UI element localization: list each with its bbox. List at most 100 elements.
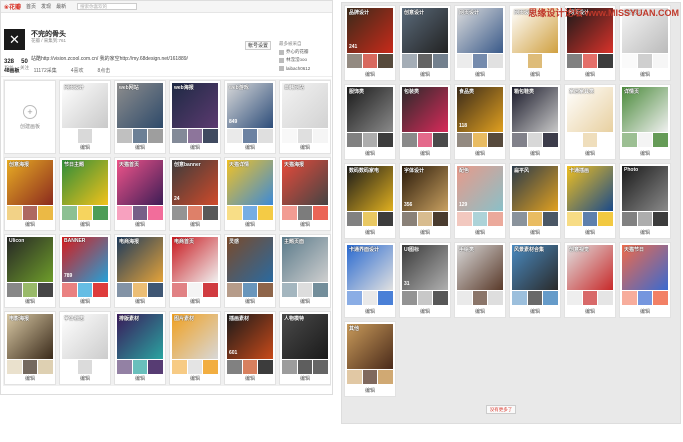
edit-board-button[interactable]: 编辑 <box>400 71 450 78</box>
thumbnail[interactable] <box>362 133 378 147</box>
thumbnail[interactable] <box>402 133 417 147</box>
thumbnail[interactable] <box>203 360 219 374</box>
thumbnail[interactable] <box>187 360 203 374</box>
edit-board-button[interactable]: 编辑 <box>400 229 450 236</box>
thumbnail[interactable] <box>488 54 504 68</box>
board-card[interactable]: 服饰类 编辑 <box>344 84 396 160</box>
thumbnail[interactable] <box>543 212 559 226</box>
tab-pins[interactable]: 11172采集 <box>34 67 57 74</box>
board-card[interactable]: 包装类 编辑 <box>399 84 451 160</box>
board-card[interactable]: web游戏 849 编辑 <box>224 80 276 154</box>
thumbnail[interactable] <box>512 291 527 305</box>
thumbnail[interactable] <box>637 212 653 226</box>
thumbnail[interactable] <box>227 283 242 297</box>
thumbnail[interactable] <box>227 129 242 143</box>
board-card[interactable]: 插画素材 601 编辑 <box>224 311 276 385</box>
board-card[interactable]: 数码数码家电 编辑 <box>344 163 396 239</box>
edit-board-button[interactable]: 编辑 <box>345 150 395 157</box>
thumbnail[interactable] <box>488 212 504 226</box>
thumbnail[interactable] <box>7 360 22 374</box>
thumbnail[interactable] <box>433 133 449 147</box>
thumbnail[interactable] <box>653 212 669 226</box>
edit-board-button[interactable]: 编辑 <box>60 221 110 228</box>
edit-board-button[interactable]: 编辑 <box>170 298 220 305</box>
thumbnail[interactable] <box>472 133 488 147</box>
thumbnail[interactable] <box>347 133 362 147</box>
board-card[interactable]: UI图标 31 编辑 <box>399 242 451 318</box>
thumbnail[interactable] <box>93 283 109 297</box>
source-item[interactable]: 乔心的花瓣 <box>279 48 310 56</box>
thumbnail[interactable] <box>417 212 433 226</box>
board-card[interactable]: 风景素材合集 编辑 <box>509 242 561 318</box>
thumbnail[interactable] <box>258 129 274 143</box>
source-item[interactable]: laibach0612 <box>279 64 310 72</box>
thumbnail[interactable] <box>457 54 472 68</box>
edit-board-button[interactable]: 编辑 <box>455 150 505 157</box>
board-card[interactable]: 品牌设计 241 编辑 <box>344 5 396 81</box>
thumbnail[interactable] <box>362 54 378 68</box>
board-card[interactable]: 食品类 118 编辑 <box>454 84 506 160</box>
board-card[interactable]: 主题页面 编辑 <box>279 234 331 308</box>
thumbnail[interactable] <box>38 206 54 220</box>
thumbnail[interactable] <box>457 212 472 226</box>
thumbnail[interactable] <box>77 129 93 143</box>
thumbnail[interactable] <box>567 212 582 226</box>
thumbnail[interactable] <box>433 212 449 226</box>
edit-board-button[interactable]: 编辑 <box>170 144 220 151</box>
thumbnail[interactable] <box>62 129 77 143</box>
edit-board-button[interactable]: 编辑 <box>5 221 55 228</box>
thumbnail[interactable] <box>187 129 203 143</box>
thumbnail[interactable] <box>172 360 187 374</box>
thumbnail[interactable] <box>622 212 637 226</box>
thumbnail[interactable] <box>637 54 653 68</box>
thumbnail[interactable] <box>527 212 543 226</box>
thumbnail[interactable] <box>362 291 378 305</box>
edit-board-button[interactable]: 编辑 <box>115 375 165 382</box>
edit-board-button[interactable]: 编辑 <box>170 221 220 228</box>
thumbnail[interactable] <box>347 370 362 384</box>
edit-board-button[interactable]: 编辑 <box>225 298 275 305</box>
avatar[interactable]: ✕ <box>4 29 25 50</box>
thumbnail[interactable] <box>187 283 203 297</box>
thumbnail[interactable] <box>543 133 559 147</box>
edit-board-button[interactable]: 编辑 <box>345 229 395 236</box>
board-card[interactable]: 创意banner 24 编辑 <box>169 157 221 231</box>
board-card[interactable]: 手绘类 编辑 <box>454 242 506 318</box>
thumbnail[interactable] <box>512 212 527 226</box>
thumbnail[interactable] <box>187 206 203 220</box>
thumbnail[interactable] <box>488 133 504 147</box>
thumbnail[interactable] <box>77 283 93 297</box>
board-card[interactable]: 天猫海报 编辑 <box>279 157 331 231</box>
edit-board-button[interactable]: 编辑 <box>115 298 165 305</box>
thumbnail[interactable] <box>378 212 394 226</box>
thumbnail[interactable] <box>7 206 22 220</box>
edit-board-button[interactable]: 编辑 <box>280 144 330 151</box>
board-card[interactable]: BANNER 789 编辑 <box>59 234 111 308</box>
thumbnail[interactable] <box>242 129 258 143</box>
nav-discover[interactable]: 发现 <box>41 3 51 10</box>
board-card[interactable]: 天猫首页 编辑 <box>114 157 166 231</box>
thumbnail[interactable] <box>417 54 433 68</box>
thumbnail[interactable] <box>297 206 313 220</box>
thumbnail[interactable] <box>258 360 274 374</box>
thumbnail[interactable] <box>117 206 132 220</box>
board-card[interactable]: 排版素材 编辑 <box>114 311 166 385</box>
thumbnail[interactable] <box>637 291 653 305</box>
thumbnail[interactable] <box>417 133 433 147</box>
edit-board-button[interactable]: 编辑 <box>455 229 505 236</box>
thumbnail[interactable] <box>347 291 362 305</box>
thumbnail[interactable] <box>148 206 164 220</box>
nav-home[interactable]: 首页 <box>26 3 36 10</box>
thumbnail[interactable] <box>457 133 472 147</box>
thumbnail[interactable] <box>417 291 433 305</box>
thumbnail[interactable] <box>402 291 417 305</box>
edit-board-button[interactable]: 编辑 <box>455 71 505 78</box>
edit-board-button[interactable]: 编辑 <box>170 375 220 382</box>
thumbnail[interactable] <box>433 54 449 68</box>
board-card[interactable]: 扁平风 编辑 <box>509 163 561 239</box>
thumbnail[interactable] <box>378 54 394 68</box>
edit-board-button[interactable]: 编辑 <box>510 150 560 157</box>
edit-board-button[interactable]: 编辑 <box>5 375 55 382</box>
board-card[interactable]: 网页设计 编辑 <box>454 5 506 81</box>
thumbnail[interactable] <box>402 54 417 68</box>
